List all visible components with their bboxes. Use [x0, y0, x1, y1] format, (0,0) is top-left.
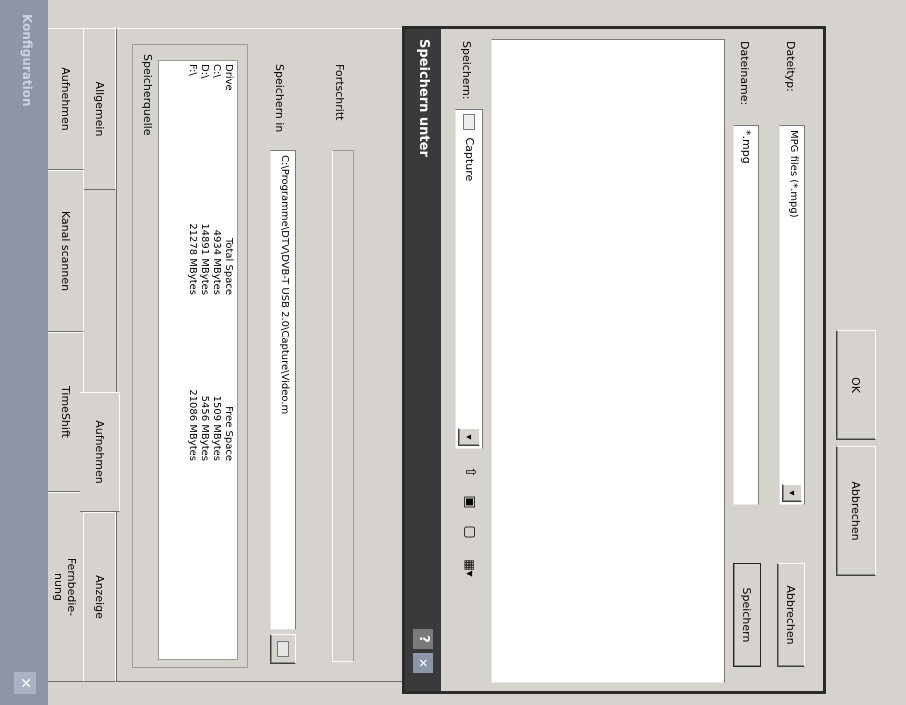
free-column: Free Space 1509 MBytes 5456 MBytes 21086… [164, 301, 234, 461]
view-menu-icon[interactable]: ▦▾ [459, 553, 479, 583]
speichern-in-value: C:\Programme\DTV\DVB-T USB 2.0\Capture\V… [279, 155, 290, 415]
speichern-in-label: Speichern in [273, 64, 286, 133]
ok-button[interactable]: OK [836, 330, 876, 440]
folder-icon [463, 114, 475, 130]
folder-icon [277, 641, 289, 657]
total-cell: 4934 MBytes [211, 229, 222, 295]
cancel-button[interactable]: Abbrechen [836, 446, 876, 576]
tab-anzeige-label: Anzeige [93, 575, 106, 619]
ok-button-label: OK [849, 377, 863, 393]
total-header: Total Space [223, 237, 234, 295]
save-dialog: Speichern unter ? ✕ Speichern: Capture ▾… [402, 26, 826, 694]
total-cell: 21278 MBytes [187, 223, 198, 295]
tab-kanal-scannen[interactable]: Kanal scannen [48, 170, 84, 332]
filename-label: Dateiname: [738, 41, 751, 106]
drive-cell: F:\ [187, 64, 198, 76]
drive-column: Drive C:\ D:\ F:\ [164, 64, 234, 134]
new-folder-icon[interactable]: ▣ [459, 491, 479, 513]
cancel-button-label: Abbrechen [849, 481, 863, 541]
total-column: Total Space 4934 MBytes 14891 MBytes 212… [164, 135, 234, 295]
tab-fernbedienung-label: Fernbedie- nung [52, 557, 79, 617]
filename-input[interactable]: *.mpg [733, 125, 759, 505]
dialog-save-button[interactable]: Speichern [733, 563, 761, 667]
filename-value: *.mpg [740, 130, 753, 164]
save-dialog-title-bar[interactable]: Speichern unter ? ✕ [405, 29, 441, 691]
drive-list[interactable]: Drive C:\ D:\ F:\ Total Space 4934 MByte… [158, 60, 238, 660]
tab-fernbedienung[interactable]: Fernbedie- nung [48, 492, 84, 682]
drive-cell: C:\ [211, 64, 222, 78]
tab-aufnehmen[interactable]: Aufnehmen [48, 28, 84, 170]
desktop-icon[interactable]: ▢ [459, 521, 479, 543]
save-dialog-title: Speichern unter [416, 39, 431, 157]
dropdown-arrow-icon[interactable]: ▾ [458, 428, 480, 446]
speichern-in-field[interactable]: C:\Programme\DTV\DVB-T USB 2.0\Capture\V… [270, 150, 296, 630]
save-in-combo[interactable]: Capture ▾ [455, 109, 483, 449]
free-cell: 21086 MBytes [187, 389, 198, 461]
tab-kanal-scannen-label: Kanal scannen [59, 210, 72, 292]
dropdown-arrow-icon[interactable]: ▾ [782, 484, 802, 502]
filetype-label: Dateityp: [784, 41, 797, 92]
dialog-cancel-button[interactable]: Abbrechen [777, 563, 805, 667]
close-icon[interactable]: ✕ [14, 672, 36, 694]
filetype-combo[interactable]: MPG files (*.mpg) ▾ [779, 125, 805, 505]
free-cell: 5456 MBytes [199, 395, 210, 461]
total-cell: 14891 MBytes [199, 223, 210, 295]
config-title-bar[interactable]: Konfiguration ✕ [0, 0, 48, 705]
save-in-value: Capture [463, 137, 476, 182]
drive-header: Drive [223, 64, 234, 91]
tab-aufnehmen-active-label: Aufnehmen [93, 420, 106, 484]
speicherquelle-legend: Speicherquelle [141, 52, 154, 138]
tab-timeshift[interactable]: TimeShift [48, 332, 84, 492]
browse-button[interactable] [270, 634, 296, 664]
filetype-value: MPG files (*.mpg) [788, 130, 799, 218]
save-in-label: Speichern: [460, 41, 473, 100]
tab-anzeige[interactable]: Anzeige [84, 512, 116, 682]
tab-timeshift-label: TimeShift [59, 386, 72, 438]
tab-aufnehmen-label: Aufnehmen [59, 67, 72, 131]
config-title: Konfiguration [20, 14, 34, 107]
file-list[interactable] [491, 39, 725, 683]
tab-allgemein-label: Allgemein [93, 81, 106, 137]
progress-bar [332, 150, 354, 662]
up-folder-icon[interactable]: ⇧ [459, 461, 479, 483]
dialog-close-icon[interactable]: ✕ [413, 653, 433, 673]
drive-cell: D:\ [199, 64, 210, 79]
free-cell: 1509 MBytes [211, 395, 222, 461]
dialog-save-button-label: Speichern [740, 587, 754, 643]
fortschritt-label: Fortschritt [333, 64, 346, 121]
tab-aufnehmen-active[interactable]: Aufnehmen [80, 392, 120, 512]
tab-allgemein[interactable]: Allgemein [84, 28, 116, 190]
help-icon[interactable]: ? [413, 629, 433, 649]
dialog-cancel-button-label: Abbrechen [784, 585, 798, 645]
free-header: Free Space [223, 406, 234, 461]
